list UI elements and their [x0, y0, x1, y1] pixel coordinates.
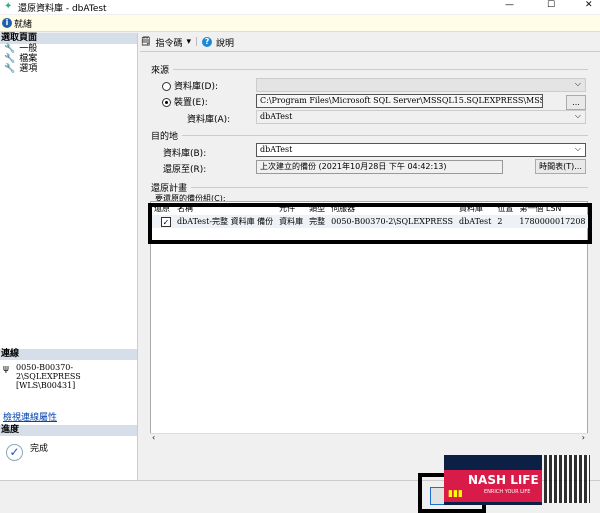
page-files[interactable]: 🔧 檔案	[0, 54, 137, 64]
source-database-select[interactable]	[256, 78, 586, 92]
qr-code	[544, 455, 590, 503]
source-database-label: 資料庫(A):	[187, 115, 231, 125]
device-path-field[interactable]: C:\Program Files\Microsoft SQL Server\MS…	[256, 94, 543, 108]
destination-group: 目的地	[151, 129, 588, 142]
view-connection-properties-link[interactable]: 檢視連線屬性	[3, 410, 57, 423]
radio-selected-icon	[162, 98, 171, 107]
browse-button[interactable]: ...	[566, 95, 586, 110]
destination-title: 目的地	[151, 132, 179, 142]
connection-info: 0050-B00370-2\SQLEXPRESS [WLS\B00431]	[16, 363, 137, 390]
highlight-box	[148, 203, 592, 244]
toolbar: 🗒 指令碼 ▾ | ? 說明	[140, 36, 235, 49]
help-button[interactable]: 說明	[216, 36, 234, 49]
bars-icon: ▮▮▮	[448, 489, 463, 499]
help-icon: ?	[202, 37, 213, 47]
minimize-button[interactable]: —	[505, 0, 514, 10]
horizontal-scrollbar[interactable]: ‹ ›	[150, 433, 588, 445]
page-general[interactable]: 🔧 一般	[0, 44, 137, 54]
device-radio[interactable]: 裝置(E):	[162, 95, 208, 108]
select-page-header: 選取頁面	[0, 33, 137, 44]
radio-label: 資料庫(D):	[174, 82, 218, 92]
destination-database-dropdown[interactable]: dbATest	[256, 143, 586, 157]
restore-to-label: 還原至(R):	[163, 165, 207, 175]
page-label: 一般	[19, 44, 38, 54]
watermark-brand: NASH LIFE	[468, 473, 539, 487]
radio-label: 裝置(E):	[174, 98, 208, 108]
restore-to-field: 上次建立的備份 (2021年10月28日 下午 04:42:13)	[256, 160, 503, 174]
page-label: 檔案	[19, 54, 38, 64]
script-button[interactable]: 指令碼	[155, 36, 182, 49]
title-bar: ✦ 還原資料庫 - dbATest — ☐ ✕	[0, 0, 600, 14]
script-icon: 🗒	[140, 37, 152, 47]
connection-header: 連線	[0, 349, 137, 360]
wrench-icon: 🔧	[4, 54, 16, 64]
progress-header: 進度	[0, 425, 137, 436]
main-panel: 🗒 指令碼 ▾ | ? 說明 來源 資料庫(D): 裝置(E): C:\Prog…	[140, 33, 600, 480]
database-radio[interactable]: 資料庫(D):	[162, 79, 218, 92]
connection-icon: ψ	[3, 364, 9, 374]
source-group: 來源	[151, 63, 588, 76]
user-name: [WLS\B00431]	[16, 381, 76, 390]
status-bar: i 就緒	[0, 15, 600, 32]
maximize-button[interactable]: ☐	[547, 0, 555, 10]
status-text: 就緒	[14, 19, 33, 30]
script-dropdown-icon[interactable]: ▾	[186, 37, 191, 47]
watermark-logo: NASH LIFE ENRICH YOUR LIFE ▮▮▮	[444, 455, 542, 505]
info-icon: i	[2, 18, 12, 28]
timeline-button[interactable]: 時間表(T)...	[535, 159, 586, 174]
page-options[interactable]: 🔧 選項	[0, 64, 137, 74]
watermark-tagline: ENRICH YOUR LIFE	[484, 489, 531, 495]
scroll-right-icon[interactable]: ›	[582, 433, 585, 442]
page-label: 選項	[19, 64, 38, 74]
source-database-dropdown[interactable]: dbATest	[256, 110, 586, 124]
wrench-icon: 🔧	[4, 44, 16, 54]
source-title: 來源	[151, 66, 170, 76]
wrench-icon: 🔧	[4, 64, 16, 74]
scroll-left-icon[interactable]: ‹	[152, 433, 155, 442]
left-panel: 選取頁面 🔧 一般 🔧 檔案 🔧 選項 連線 ψ 0050-B00370-2\SQLE…	[0, 33, 138, 480]
check-circle-icon: ✓	[6, 444, 23, 461]
close-button[interactable]: ✕	[585, 0, 593, 10]
destination-database-label: 資料庫(B):	[163, 149, 207, 159]
server-name: 0050-B00370-2\SQLEXPRESS	[16, 363, 81, 381]
progress-status: 完成	[30, 444, 49, 454]
app-icon: ✦	[4, 1, 13, 12]
window-title: 還原資料庫 - dbATest	[18, 4, 107, 14]
radio-icon	[162, 82, 171, 91]
